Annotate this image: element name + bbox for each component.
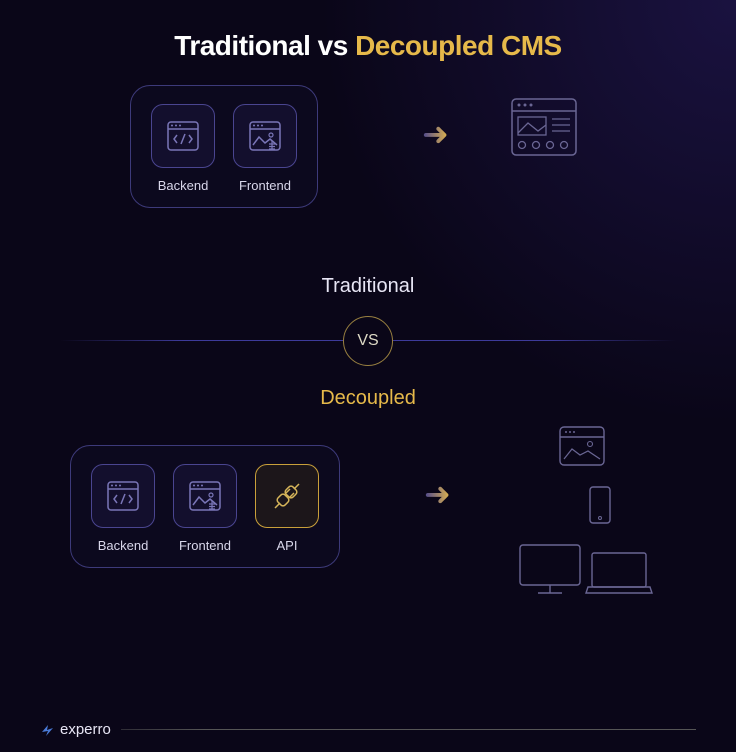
image-window-icon: [560, 427, 604, 465]
title-part2: Decoupled CMS: [355, 30, 562, 61]
brand-logo: experro: [40, 721, 121, 738]
brand-text: experro: [60, 721, 111, 738]
footer-line: [40, 729, 696, 730]
frontend-item: Frontend: [233, 104, 297, 193]
decoupled-label: Decoupled: [0, 387, 736, 410]
output-devices: [500, 425, 670, 605]
api-item: API: [255, 464, 319, 553]
backend-item: Backend: [151, 104, 215, 193]
arrow-icon: ➜: [422, 115, 449, 153]
phone-icon: [590, 487, 610, 523]
backend-item: Backend: [91, 464, 155, 553]
laptop-icon: [586, 553, 652, 593]
code-window-icon: [151, 104, 215, 168]
frontend-label: Frontend: [179, 538, 231, 553]
traditional-box: Backend Frontend: [130, 85, 318, 208]
monitor-icon: [520, 545, 580, 593]
image-window-icon: [233, 104, 297, 168]
frontend-label: Frontend: [239, 178, 291, 193]
backend-label: Backend: [158, 178, 209, 193]
vs-badge: VS: [343, 316, 393, 366]
frontend-item: Frontend: [173, 464, 237, 553]
webpage-icon: [510, 97, 578, 162]
title-part1: Traditional vs: [174, 30, 355, 61]
arrow-icon: ➜: [424, 475, 451, 513]
page-title: Traditional vs Decoupled CMS: [0, 0, 736, 62]
backend-label: Backend: [98, 538, 149, 553]
decoupled-box: Backend Frontend API: [70, 445, 340, 568]
code-window-icon: [91, 464, 155, 528]
traditional-label: Traditional: [0, 275, 736, 298]
api-label: API: [277, 538, 298, 553]
plug-icon: [255, 464, 319, 528]
image-window-icon: [173, 464, 237, 528]
